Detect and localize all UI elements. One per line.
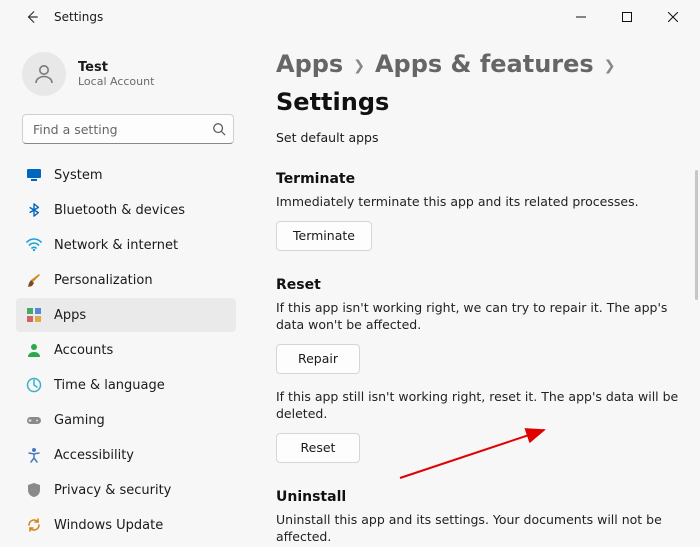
sidebar-item-accessibility[interactable]: Accessibility xyxy=(16,438,236,472)
clock-globe-icon xyxy=(26,377,42,393)
window-controls xyxy=(558,1,696,33)
sidebar-item-apps[interactable]: Apps xyxy=(16,298,236,332)
sidebar-item-label: System xyxy=(54,168,102,183)
arrow-left-icon xyxy=(25,10,39,24)
sidebar-item-system[interactable]: System xyxy=(16,158,236,192)
sidebar-item-label: Gaming xyxy=(54,413,105,428)
sidebar-item-windows-update[interactable]: Windows Update xyxy=(16,508,236,542)
close-button[interactable] xyxy=(650,1,696,33)
terminate-desc: Immediately terminate this app and its r… xyxy=(276,193,690,211)
repair-button[interactable]: Repair xyxy=(276,344,360,374)
titlebar: Settings xyxy=(0,0,700,34)
minimize-button[interactable] xyxy=(558,1,604,33)
reset-heading: Reset xyxy=(276,277,690,293)
sidebar-item-label: Network & internet xyxy=(54,238,178,253)
reset-section: Reset If this app isn't working right, w… xyxy=(276,277,690,463)
sidebar-item-privacy[interactable]: Privacy & security xyxy=(16,473,236,507)
accessibility-icon xyxy=(26,447,42,463)
terminate-section: Terminate Immediately terminate this app… xyxy=(276,171,690,251)
person-icon xyxy=(26,342,42,358)
refresh-icon xyxy=(26,517,42,533)
sidebar-item-label: Bluetooth & devices xyxy=(54,203,185,218)
sidebar-item-label: Windows Update xyxy=(54,518,163,533)
sidebar-item-label: Personalization xyxy=(54,273,153,288)
shield-icon xyxy=(26,482,42,498)
user-profile[interactable]: Test Local Account xyxy=(16,44,240,110)
wifi-icon xyxy=(26,237,42,253)
uninstall-heading: Uninstall xyxy=(276,489,690,505)
bluetooth-icon xyxy=(26,202,42,218)
brush-icon xyxy=(26,272,42,288)
sidebar-item-accounts[interactable]: Accounts xyxy=(16,333,236,367)
sidebar-item-label: Apps xyxy=(54,308,86,323)
sidebar-item-label: Time & language xyxy=(54,378,165,393)
minimize-icon xyxy=(576,12,586,22)
person-icon xyxy=(32,62,56,86)
user-subtitle: Local Account xyxy=(78,75,154,88)
chevron-right-icon: ❯ xyxy=(604,58,616,74)
sidebar-item-gaming[interactable]: Gaming xyxy=(16,403,236,437)
uninstall-desc: Uninstall this app and its settings. You… xyxy=(276,511,690,546)
sidebar-item-personalization[interactable]: Personalization xyxy=(16,263,236,297)
sidebar: Test Local Account System Bluetooth & de… xyxy=(0,34,248,547)
breadcrumb: Apps ❯ Apps & features ❯ Settings xyxy=(276,50,690,116)
sidebar-item-network[interactable]: Network & internet xyxy=(16,228,236,262)
terminate-button[interactable]: Terminate xyxy=(276,221,372,251)
breadcrumb-apps[interactable]: Apps xyxy=(276,50,343,78)
sidebar-item-bluetooth[interactable]: Bluetooth & devices xyxy=(16,193,236,227)
chevron-right-icon: ❯ xyxy=(353,58,365,74)
user-name: Test xyxy=(78,60,154,75)
back-button[interactable] xyxy=(18,3,46,31)
reset-desc: If this app still isn't working right, r… xyxy=(276,388,690,423)
maximize-button[interactable] xyxy=(604,1,650,33)
sidebar-item-time[interactable]: Time & language xyxy=(16,368,236,402)
sidebar-item-label: Accounts xyxy=(54,343,113,358)
search-input[interactable] xyxy=(22,114,234,144)
close-icon xyxy=(668,12,678,22)
sidebar-item-label: Accessibility xyxy=(54,448,134,463)
main-content: Apps ❯ Apps & features ❯ Settings Set de… xyxy=(248,34,700,547)
apps-icon xyxy=(26,307,42,323)
avatar xyxy=(22,52,66,96)
maximize-icon xyxy=(622,12,632,22)
gamepad-icon xyxy=(26,412,42,428)
breadcrumb-apps-features[interactable]: Apps & features xyxy=(375,50,594,78)
reset-button[interactable]: Reset xyxy=(276,433,360,463)
terminate-heading: Terminate xyxy=(276,171,690,187)
display-icon xyxy=(26,167,42,183)
repair-desc: If this app isn't working right, we can … xyxy=(276,299,690,334)
nav: System Bluetooth & devices Network & int… xyxy=(16,158,240,542)
set-default-apps-link[interactable]: Set default apps xyxy=(276,130,690,145)
app-title: Settings xyxy=(54,10,103,24)
search-icon xyxy=(212,121,226,140)
scrollbar[interactable] xyxy=(695,170,698,300)
breadcrumb-settings: Settings xyxy=(276,88,389,116)
sidebar-item-label: Privacy & security xyxy=(54,483,171,498)
uninstall-section: Uninstall Uninstall this app and its set… xyxy=(276,489,690,546)
